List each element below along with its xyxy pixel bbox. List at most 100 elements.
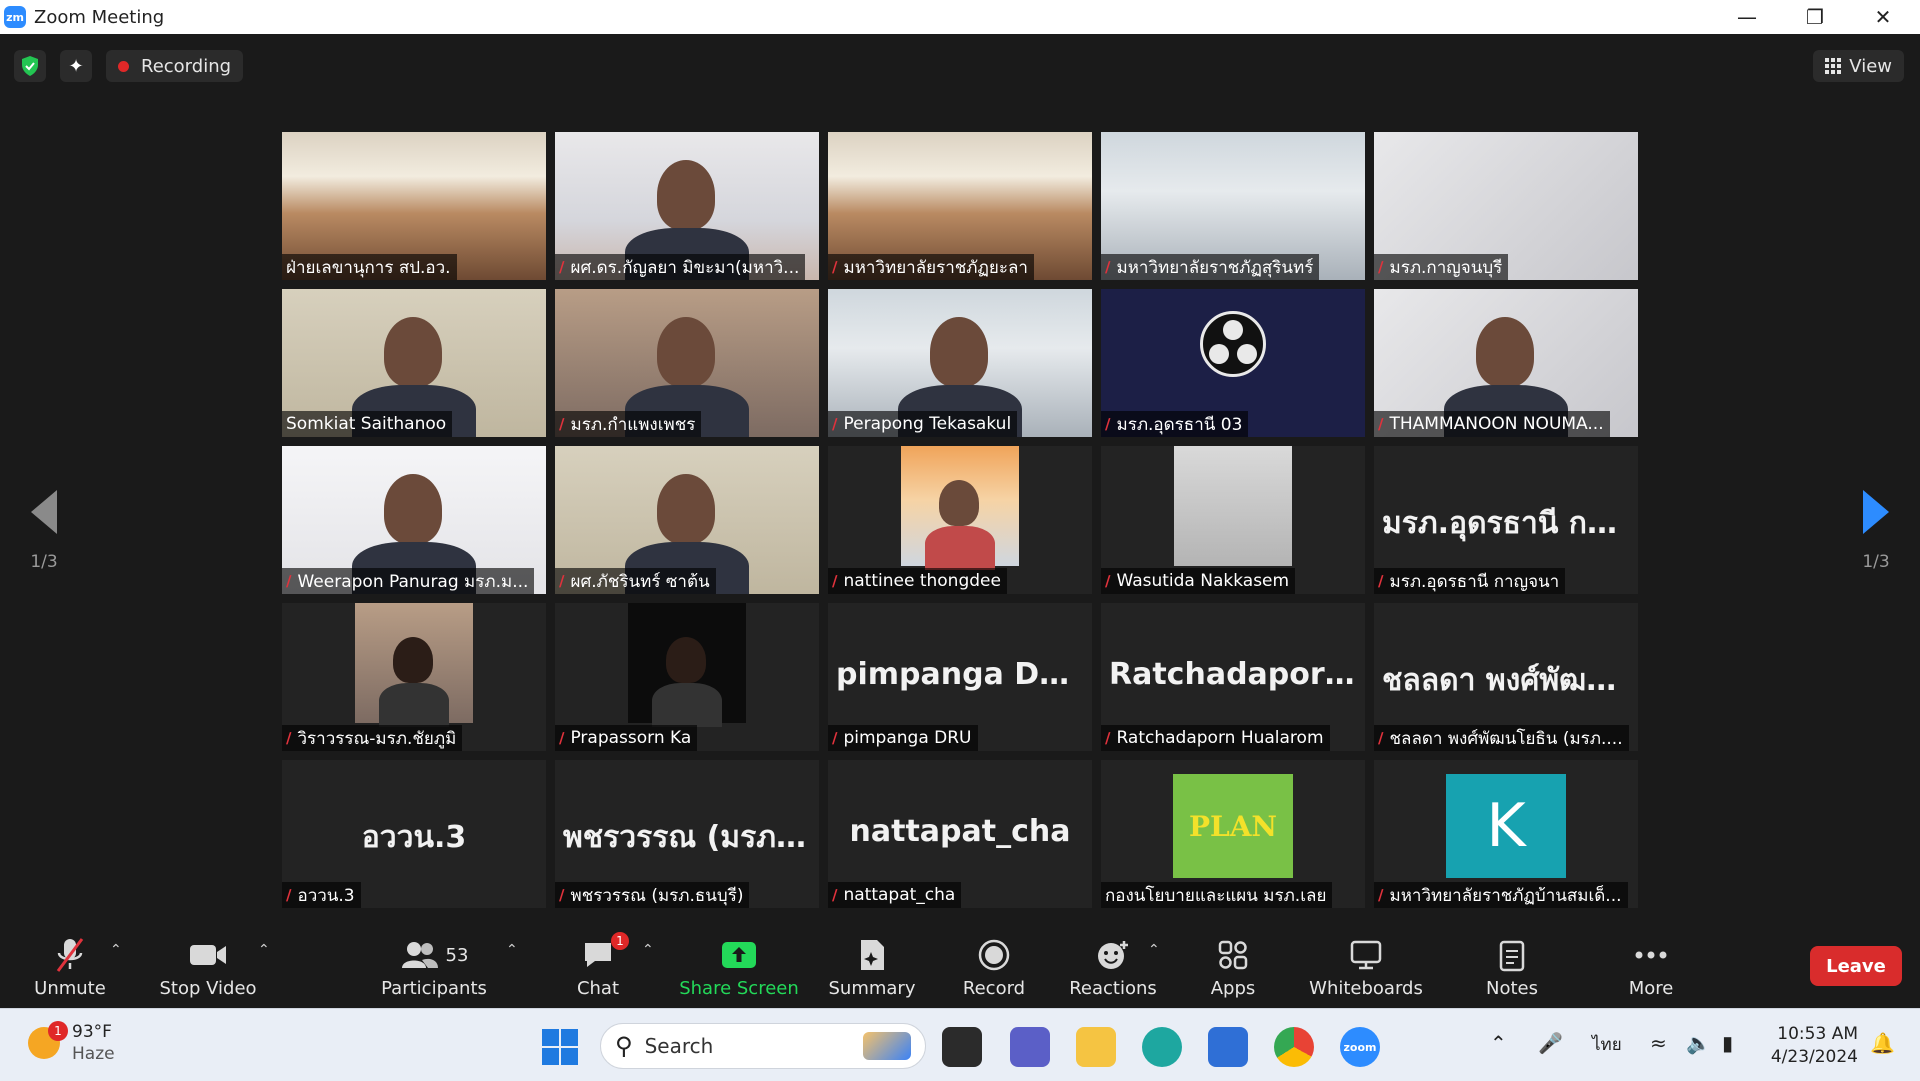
participant-tile[interactable]: ∕ มรภ.กาญจนบุรี bbox=[1374, 132, 1638, 280]
participant-name: Prapassorn Ka bbox=[570, 728, 692, 748]
participant-tile[interactable]: พชรวรรณ (มรภ.... ∕ พชรวรรณ (มรภ.ธนบุรี) bbox=[555, 760, 819, 908]
close-icon[interactable]: ✕ bbox=[1848, 0, 1918, 34]
participant-tile[interactable]: ชลลดา พงศ์พัฒน... ∕ ชลลดา พงศ์พัฒนโยธิน (ม… bbox=[1374, 603, 1638, 751]
audio-options-caret-icon[interactable]: ⌃ bbox=[110, 942, 122, 958]
minimize-icon[interactable]: — bbox=[1712, 0, 1782, 34]
weather-haze-icon: 1 bbox=[28, 1021, 68, 1059]
chat-options-caret-icon[interactable]: ⌃ bbox=[642, 942, 654, 958]
stop-video-button[interactable]: Stop Video bbox=[159, 934, 257, 1004]
participant-tile[interactable]: ∕ nattinee thongdee bbox=[828, 446, 1092, 594]
participants-options-caret-icon[interactable]: ⌃ bbox=[506, 942, 518, 958]
record-button[interactable]: Record bbox=[963, 934, 1025, 1004]
taskbar-clock[interactable]: 10:53 AM 4/23/2024 bbox=[1768, 1023, 1858, 1069]
notification-icon[interactable]: 🔔 bbox=[1870, 1031, 1895, 1055]
participant-tile[interactable]: ∕ Prapassorn Ka bbox=[555, 603, 819, 751]
previous-page-button[interactable]: 1/3 bbox=[14, 490, 74, 572]
participant-display-name: nattapat_cha bbox=[849, 814, 1071, 849]
share-screen-button[interactable]: Share Screen bbox=[679, 934, 799, 1004]
participant-name: nattinee thongdee bbox=[843, 571, 1001, 591]
weather-widget[interactable]: 1 93°F Haze bbox=[28, 1021, 115, 1065]
file-explorer-icon[interactable] bbox=[1076, 1027, 1116, 1067]
apps-button[interactable]: Apps bbox=[1206, 934, 1260, 1004]
next-page-button[interactable]: 1/3 bbox=[1846, 490, 1906, 572]
participant-tile[interactable]: อววน.3 ∕ อววน.3 bbox=[282, 760, 546, 908]
participant-video bbox=[355, 603, 473, 727]
participant-tile[interactable]: PLAN กองนโยบายและแผน มรภ.เลย bbox=[1101, 760, 1365, 908]
notes-button[interactable]: Notes bbox=[1484, 934, 1540, 1004]
reactions-options-caret-icon[interactable]: ⌃ bbox=[1148, 942, 1160, 958]
muted-microphone-icon: ∕ bbox=[559, 729, 565, 747]
participant-tile[interactable]: ∕ มรภ.กำแพงเพชร bbox=[555, 289, 819, 437]
plan-logo-avatar: PLAN bbox=[1173, 774, 1293, 878]
record-icon bbox=[978, 934, 1010, 976]
participant-name-tag: ∕ Prapassorn Ka bbox=[555, 725, 698, 751]
participant-name: ฝ่ายเลขานุการ สป.อว. bbox=[286, 257, 451, 278]
participant-name-tag: กองนโยบายและแผน มรภ.เลย bbox=[1101, 882, 1333, 908]
search-icon: ⚲ bbox=[615, 1032, 633, 1060]
unmute-button[interactable]: Unmute bbox=[30, 934, 110, 1004]
taskbar-search[interactable]: ⚲ Search bbox=[600, 1023, 926, 1069]
participant-name-tag: ∕ ผศ.ดร.กัญลยา มิขะมา(มหาวิ... bbox=[555, 254, 806, 280]
input-language[interactable]: ไทย bbox=[1592, 1031, 1622, 1058]
meet-icon[interactable] bbox=[1010, 1027, 1050, 1067]
participant-name-tag: ∕ มหาวิทยาลัยราชภัฏยะลา bbox=[828, 254, 1034, 280]
participant-video bbox=[1174, 446, 1292, 566]
recording-dot-icon bbox=[118, 60, 129, 72]
participant-tile[interactable]: ฝ่ายเลขานุการ สป.อว. bbox=[282, 132, 546, 280]
participant-tile[interactable]: มรภ.อุดรธานี กา... ∕ มรภ.อุดรธานี กาญจนา bbox=[1374, 446, 1638, 594]
participant-name-tag: ∕ อววน.3 bbox=[282, 882, 361, 908]
participant-tile[interactable]: ∕ มหาวิทยาลัยราชภัฏยะลา bbox=[828, 132, 1092, 280]
participant-tile[interactable]: ∕ Weerapon Panurag มรภ.ม... bbox=[282, 446, 546, 594]
participant-tile[interactable]: K ∕ มหาวิทยาลัยราชภัฏบ้านสมเด็... bbox=[1374, 760, 1638, 908]
participant-tile[interactable]: nattapat_cha ∕ nattapat_cha bbox=[828, 760, 1092, 908]
participant-tile[interactable]: ∕ มรภ.อุดรธานี 03 bbox=[1101, 289, 1365, 437]
participant-name-tag: ∕ มหาวิทยาลัยราชภัฏบ้านสมเด็... bbox=[1374, 882, 1628, 908]
more-button[interactable]: More bbox=[1626, 934, 1676, 1004]
participant-tile[interactable]: ∕ Wasutida Nakkasem bbox=[1101, 446, 1365, 594]
microphone-tray-icon[interactable]: 🎤 bbox=[1538, 1031, 1563, 1055]
chat-button[interactable]: 1 Chat bbox=[568, 932, 629, 1004]
participant-tile[interactable]: ∕ ผศ.ดร.กัญลยา มิขะมา(มหาวิ... bbox=[555, 132, 819, 280]
participant-name-tag: ∕ พชรวรรณ (มรภ.ธนบุรี) bbox=[555, 882, 750, 908]
video-options-caret-icon[interactable]: ⌃ bbox=[258, 942, 270, 958]
participant-name: nattapat_cha bbox=[843, 885, 956, 905]
muted-microphone-icon: ∕ bbox=[1105, 258, 1111, 276]
participant-tile[interactable]: ∕ วิราวรรณ-มรภ.ชัยภูมิ bbox=[282, 603, 546, 751]
recording-indicator[interactable]: Recording bbox=[106, 50, 244, 82]
restore-icon[interactable]: ❐ bbox=[1780, 0, 1850, 34]
participant-display-name: มรภ.อุดรธานี กา... bbox=[1382, 506, 1638, 541]
participant-tile[interactable]: ∕ Perapong Tekasakul bbox=[828, 289, 1092, 437]
participant-name: มรภ.กาญจนบุรี bbox=[1389, 257, 1503, 278]
zoom-icon[interactable]: zoom bbox=[1340, 1027, 1380, 1067]
view-button[interactable]: View bbox=[1813, 50, 1904, 82]
show-hidden-icons-chevron-icon[interactable]: ⌃ bbox=[1490, 1031, 1507, 1055]
edge-icon[interactable] bbox=[1142, 1027, 1182, 1067]
participant-tile[interactable]: pimpanga DRU ∕ pimpanga DRU bbox=[828, 603, 1092, 751]
participants-button[interactable]: 53 Participants bbox=[381, 934, 487, 1004]
summary-button[interactable]: Summary bbox=[829, 934, 916, 1004]
store-icon[interactable] bbox=[1208, 1027, 1248, 1067]
weather-temperature: 93°F bbox=[72, 1022, 112, 1042]
participant-name: กองนโยบายและแผน มรภ.เลย bbox=[1105, 885, 1327, 906]
participant-tile[interactable]: ∕ มหาวิทยาลัยราชภัฏสุรินทร์ bbox=[1101, 132, 1365, 280]
reactions-button[interactable]: Reactions bbox=[1069, 934, 1157, 1004]
participant-tile[interactable]: ∕ ผศ.ภัชรินทร์ ซาต้น bbox=[555, 446, 819, 594]
participant-tile[interactable]: ∕ THAMMANOON NOUMA... bbox=[1374, 289, 1638, 437]
participant-tile[interactable]: Ratchadaporn... ∕ Ratchadaporn Hualarom bbox=[1101, 603, 1365, 751]
participant-tile[interactable]: Somkiat Saithanoo bbox=[282, 289, 546, 437]
wifi-icon[interactable]: ≈ bbox=[1650, 1031, 1667, 1055]
whiteboards-button[interactable]: Whiteboards bbox=[1309, 934, 1423, 1004]
share-screen-label: Share Screen bbox=[679, 978, 799, 999]
ai-companion-icon[interactable]: ✦ bbox=[60, 50, 92, 82]
meeting-toolbar: Unmute ⌃ Stop Video ⌃ 53 Participants ⌃ … bbox=[0, 916, 1920, 1008]
muted-microphone-icon: ∕ bbox=[1105, 572, 1111, 590]
task-view-icon[interactable] bbox=[942, 1027, 982, 1067]
leave-button[interactable]: Leave bbox=[1810, 946, 1902, 986]
chrome-icon[interactable] bbox=[1274, 1027, 1314, 1067]
security-shield-icon[interactable] bbox=[14, 50, 46, 82]
battery-icon[interactable]: ▮ bbox=[1722, 1031, 1733, 1055]
windows-start-icon[interactable] bbox=[542, 1029, 578, 1065]
volume-icon[interactable]: 🔈 bbox=[1686, 1031, 1711, 1055]
chat-unread-badge: 1 bbox=[611, 932, 629, 950]
participant-name: pimpanga DRU bbox=[843, 728, 972, 748]
